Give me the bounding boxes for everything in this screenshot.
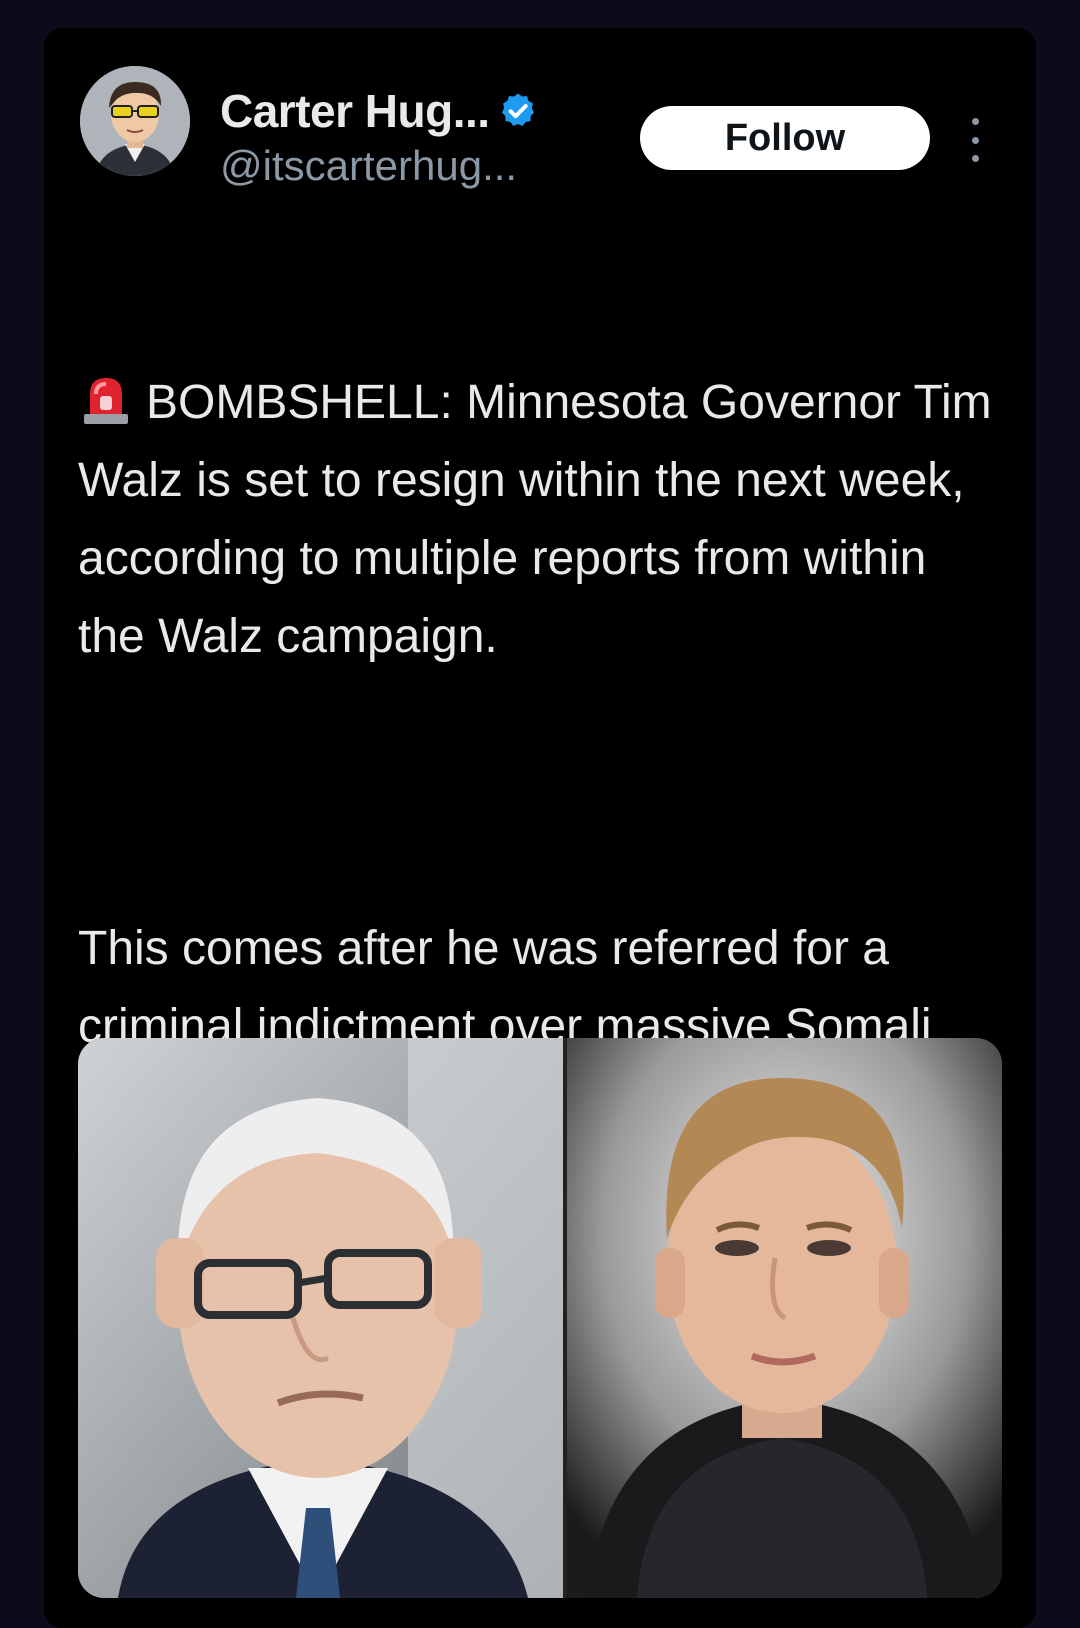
tweet-paragraph-1-text: BOMBSHELL: Minnesota Governor Tim Walz i…: [78, 376, 1005, 663]
author-display-name[interactable]: Carter Hug...: [220, 84, 490, 138]
cartoon-avatar-icon: [80, 66, 190, 176]
verified-badge-icon: [501, 93, 534, 126]
author-handle[interactable]: @itscarterhug...: [220, 142, 517, 190]
follow-button[interactable]: Follow: [640, 106, 930, 170]
photo-older-man-glasses[interactable]: [78, 1038, 563, 1598]
author-name-row: Carter Hug...: [220, 84, 538, 138]
tweet-header: Carter Hug... @itscarterhug... Follow: [80, 62, 996, 189]
tweet-paragraph-1: BOMBSHELL: Minnesota Governor Tim Walz i…: [78, 364, 998, 676]
police-siren-icon: [84, 378, 128, 424]
tweet-media[interactable]: [78, 1038, 1002, 1598]
more-vertical-icon[interactable]: [960, 118, 990, 162]
author-avatar[interactable]: [80, 66, 190, 176]
photo-young-man-hoodie[interactable]: [567, 1038, 1002, 1598]
tweet-card: Carter Hug... @itscarterhug... Follow BO…: [44, 28, 1036, 1628]
